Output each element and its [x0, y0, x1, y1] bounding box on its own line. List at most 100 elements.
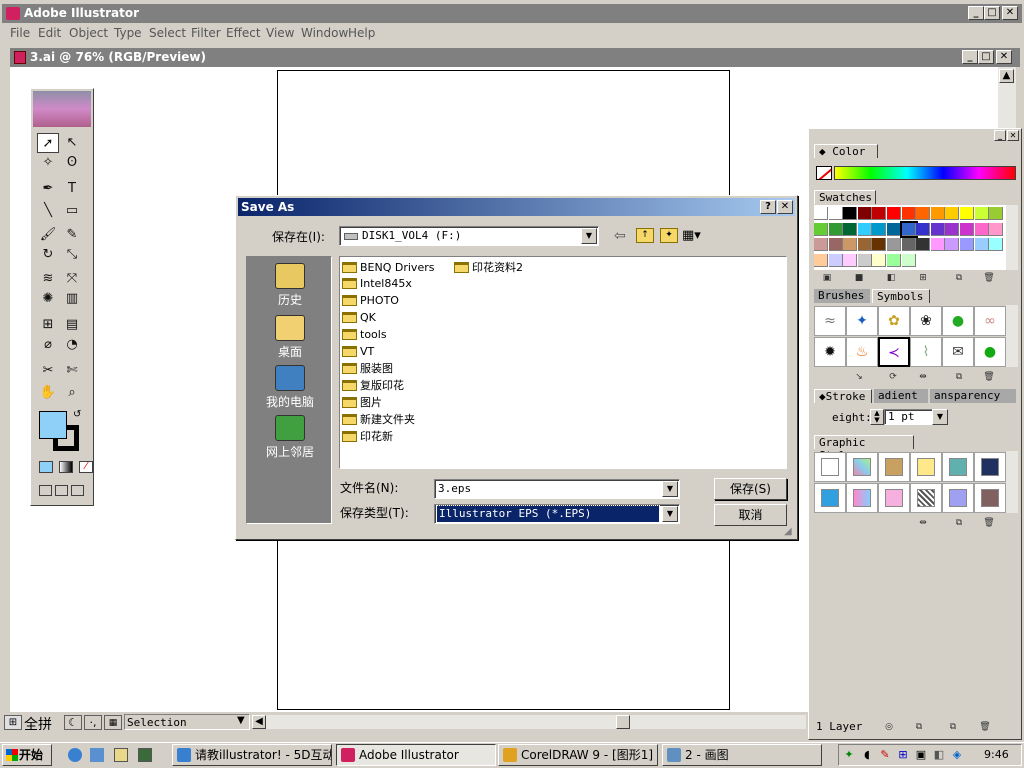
swirl-symbol-icon[interactable]: ≈ — [814, 306, 846, 336]
back-icon[interactable]: ⇦ — [614, 228, 626, 244]
replace-symbol-icon[interactable]: ⟳ — [886, 371, 900, 383]
gradient-mode-icon[interactable] — [59, 461, 73, 473]
menu-window[interactable]: Window — [301, 26, 348, 40]
scissors-icon[interactable]: ✄ — [61, 361, 83, 381]
swatch[interactable] — [814, 207, 828, 220]
free-transform-icon[interactable]: ⤧ — [61, 269, 83, 289]
folder-item[interactable]: PHOTO — [342, 293, 399, 309]
swatch[interactable] — [857, 207, 872, 220]
no-color-swatch[interactable] — [816, 166, 832, 180]
save-button[interactable]: 保存(S) — [714, 478, 787, 500]
swatch-pattern-icon[interactable]: ⊞ — [916, 272, 930, 284]
outlook-icon[interactable] — [90, 748, 104, 762]
filename-input[interactable]: 3.eps — [434, 479, 680, 499]
swatch[interactable] — [887, 222, 901, 236]
envelope-icon[interactable]: ✉ — [942, 337, 974, 367]
swatch[interactable] — [872, 207, 887, 220]
flame-icon[interactable]: ♨ — [846, 337, 878, 367]
hand-tool-icon[interactable]: ✋ — [37, 383, 59, 403]
symbols-scrollbar[interactable] — [1006, 305, 1018, 367]
swatch[interactable] — [989, 207, 1004, 220]
save-in-dropdown-button[interactable]: ▼ — [581, 228, 597, 244]
file-list[interactable]: BENQ Drivers Intel845x PHOTO QK tools VT 服装图 复版… — [339, 256, 787, 469]
filetype-dropdown-button[interactable]: ▼ — [662, 506, 678, 522]
delete-layer-icon[interactable]: 🗑 — [978, 721, 992, 733]
mesh-tool-icon[interactable]: ⊞ — [37, 315, 59, 335]
tab-graphic-styles[interactable]: Graphic Styles — [814, 435, 914, 462]
tray-arrows-icon[interactable]: ✦ — [842, 748, 856, 762]
swatch[interactable] — [843, 238, 858, 251]
badge-icon[interactable]: ● — [974, 337, 1006, 367]
place-my-computer[interactable]: 我的电脑 — [247, 365, 333, 410]
purple-style-icon[interactable] — [942, 483, 974, 513]
swatch[interactable] — [814, 222, 828, 236]
scroll-up-button[interactable]: ▲ — [999, 69, 1014, 83]
menu-filter[interactable]: Filter — [191, 26, 221, 40]
folder-item[interactable]: VT — [342, 344, 374, 360]
swatch-color-icon[interactable]: ■ — [852, 272, 866, 284]
swatch[interactable] — [828, 253, 843, 267]
save-in-dropdown[interactable]: DISK1_VOL4 (F:) — [339, 226, 599, 246]
menu-file[interactable]: File — [10, 26, 30, 40]
start-button[interactable]: 开始 — [2, 744, 52, 766]
doc-close-button[interactable]: ✕ — [996, 50, 1012, 64]
up-folder-icon[interactable]: ↑ — [636, 228, 654, 243]
none-mode-icon[interactable]: ⁄ — [79, 461, 93, 473]
gear-style-icon[interactable] — [942, 452, 974, 482]
horizontal-scrollbar[interactable] — [266, 715, 806, 729]
blue-texture-style-icon[interactable] — [974, 452, 1006, 482]
paintbrush-icon[interactable]: 🖌 — [37, 225, 59, 245]
tray-network-icon[interactable]: ▣ — [914, 748, 928, 762]
swatch[interactable] — [916, 207, 931, 220]
swatch-show-icon[interactable]: ▣ — [820, 272, 834, 284]
shell-style-icon[interactable] — [878, 452, 910, 482]
yellow-style-icon[interactable] — [910, 452, 942, 482]
rectangle-tool-icon[interactable]: ▭ — [61, 201, 83, 221]
selection-tool-icon[interactable]: ➚ — [37, 133, 59, 153]
swatch[interactable] — [843, 253, 858, 267]
menu-view[interactable]: View — [266, 26, 294, 40]
grapes-icon[interactable]: ❀ — [910, 306, 942, 336]
close-button[interactable]: ✕ — [1002, 6, 1018, 20]
scratch-style-icon[interactable] — [974, 483, 1006, 513]
swatch-gradient-icon[interactable]: ◧ — [884, 272, 898, 284]
menu-type[interactable]: Type — [114, 26, 142, 40]
rotate-tool-icon[interactable]: ↻ — [37, 245, 59, 265]
gradient-tool-icon[interactable]: ▤ — [61, 315, 83, 335]
swatch[interactable] — [916, 238, 931, 251]
swatch[interactable] — [872, 222, 887, 236]
swatch[interactable] — [989, 238, 1004, 251]
quicklaunch-icon-4[interactable] — [138, 748, 152, 762]
folder-item[interactable]: QK — [342, 310, 376, 326]
folder-item[interactable]: Intel845x — [342, 276, 412, 292]
swatch[interactable] — [887, 207, 901, 220]
place-desktop[interactable]: 桌面 — [247, 315, 333, 360]
graph-tool-icon[interactable]: ▥ — [61, 289, 83, 309]
swatch[interactable] — [828, 238, 843, 251]
new-sublayer-icon[interactable]: ⧉ — [912, 721, 926, 733]
new-symbol-icon[interactable]: ⧉ — [952, 371, 966, 383]
swatch[interactable] — [899, 220, 918, 238]
moon-icon[interactable]: ☾ — [64, 715, 82, 730]
new-folder-icon[interactable]: ✦ — [660, 228, 678, 243]
swatch[interactable] — [974, 207, 989, 220]
folder-item[interactable]: 图片 — [342, 394, 382, 410]
app-title-bar[interactable]: Adobe Illustrator _ □ ✕ — [2, 4, 1022, 23]
tab-brushes[interactable]: Brushes — [814, 289, 870, 303]
cancel-button[interactable]: 取消 — [714, 504, 787, 526]
graphic-styles-scrollbar[interactable] — [1006, 451, 1018, 513]
dialog-help-button[interactable]: ? — [760, 200, 776, 214]
folder-item[interactable]: tools — [342, 327, 387, 343]
bamboo-icon[interactable]: ⌇ — [910, 337, 942, 367]
folder-item[interactable]: 服装图 — [342, 360, 393, 376]
scroll-left-button[interactable]: ◀ — [252, 715, 266, 729]
menu-select[interactable]: Select — [149, 26, 186, 40]
taskbar-button[interactable]: 请教illustrator! - 5D互动... — [172, 744, 332, 766]
swatch[interactable] — [960, 238, 974, 251]
place-symbol-icon[interactable]: ↘ — [852, 371, 866, 383]
dialog-close-button[interactable]: ✕ — [777, 200, 793, 214]
status-mode-dropdown[interactable]: Selection ▼ — [124, 714, 250, 730]
pink-frame-style-icon[interactable] — [878, 483, 910, 513]
swatch[interactable] — [843, 222, 858, 236]
swatch[interactable] — [872, 253, 887, 267]
